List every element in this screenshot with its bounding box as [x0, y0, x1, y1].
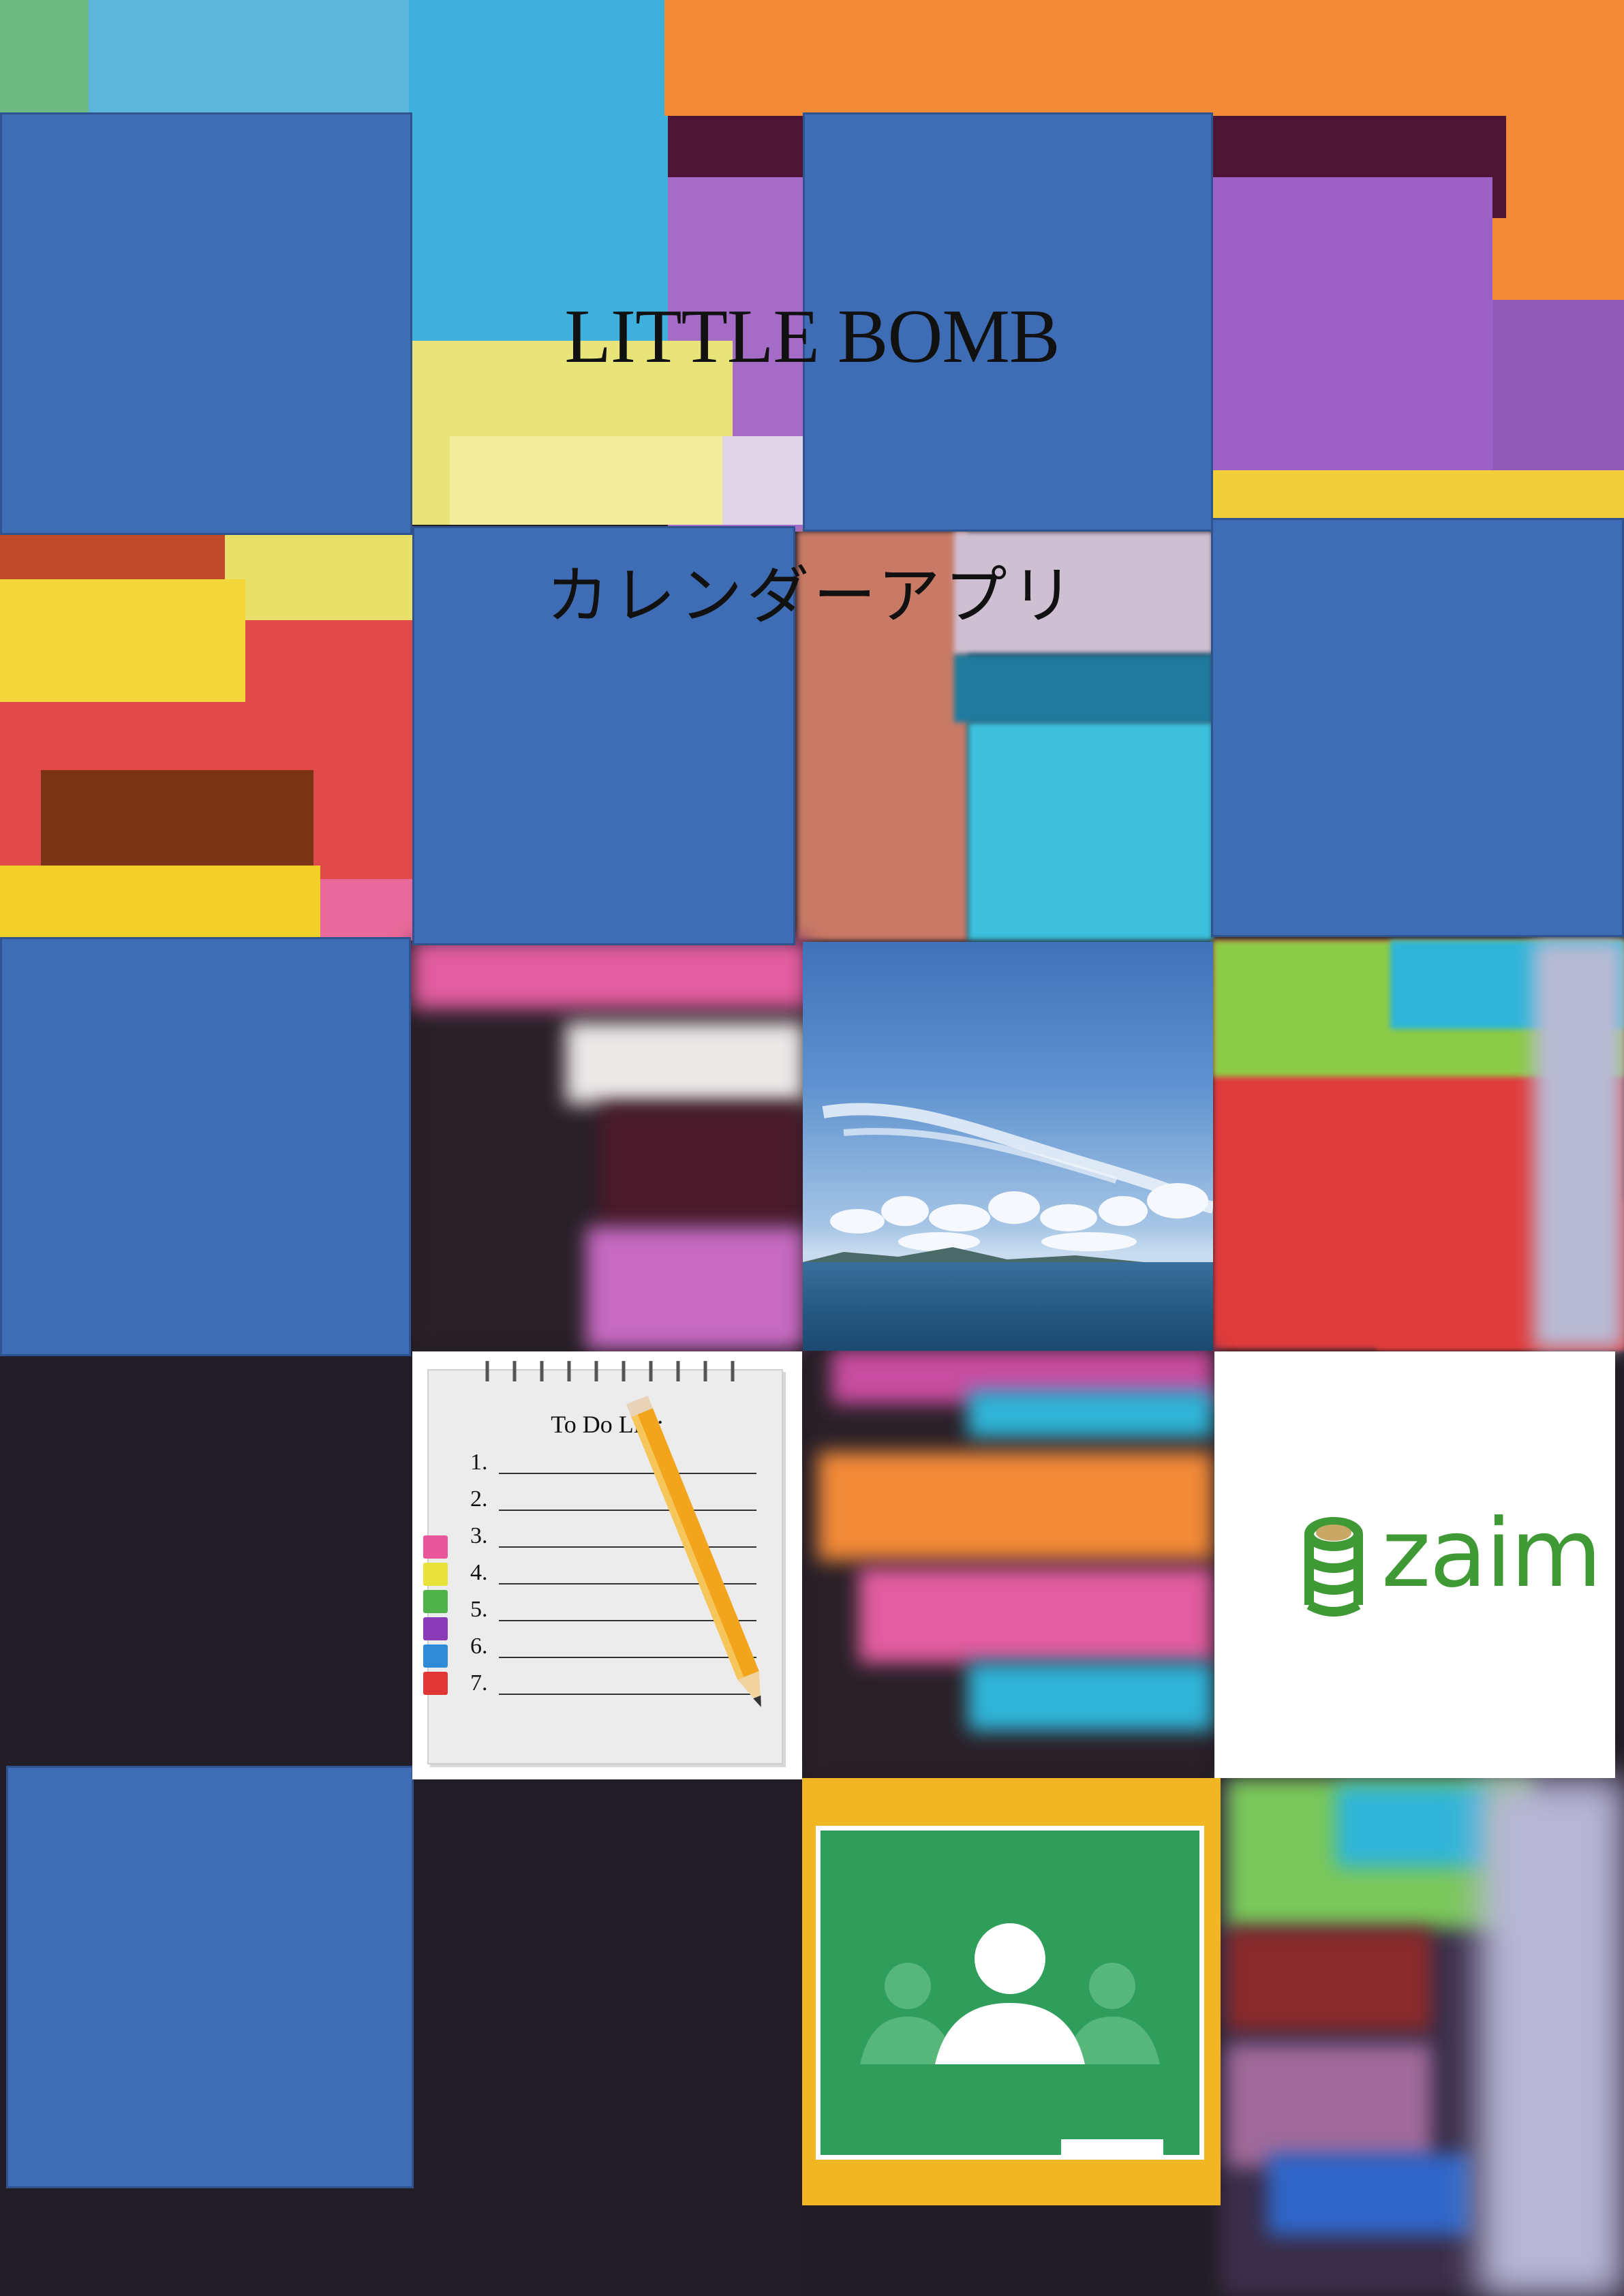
zaim-logo-tile: zaim	[1214, 1351, 1615, 1778]
zaim-wordmark: zaim	[1381, 1499, 1602, 1608]
google-classroom-icon	[802, 1778, 1221, 2205]
pencil-icon	[626, 1395, 761, 1707]
page-title: LITTLE BOMB	[564, 294, 1060, 379]
cover-page: LITTLE BOMB カレンダーアプリ To Do List: 1. 2. 3…	[0, 0, 1624, 2296]
todo-list-image: To Do List: 1. 2. 3. 4. 5. 6. 7.	[412, 1351, 802, 1779]
page-subtitle: カレンダーアプリ	[546, 560, 1078, 632]
zaim-coin-stack-icon	[1304, 1517, 1363, 1617]
sky-sea-photo	[803, 942, 1213, 1351]
blue-tile-r3c1	[0, 937, 411, 1356]
blue-tile-r5c1	[6, 1766, 414, 2188]
